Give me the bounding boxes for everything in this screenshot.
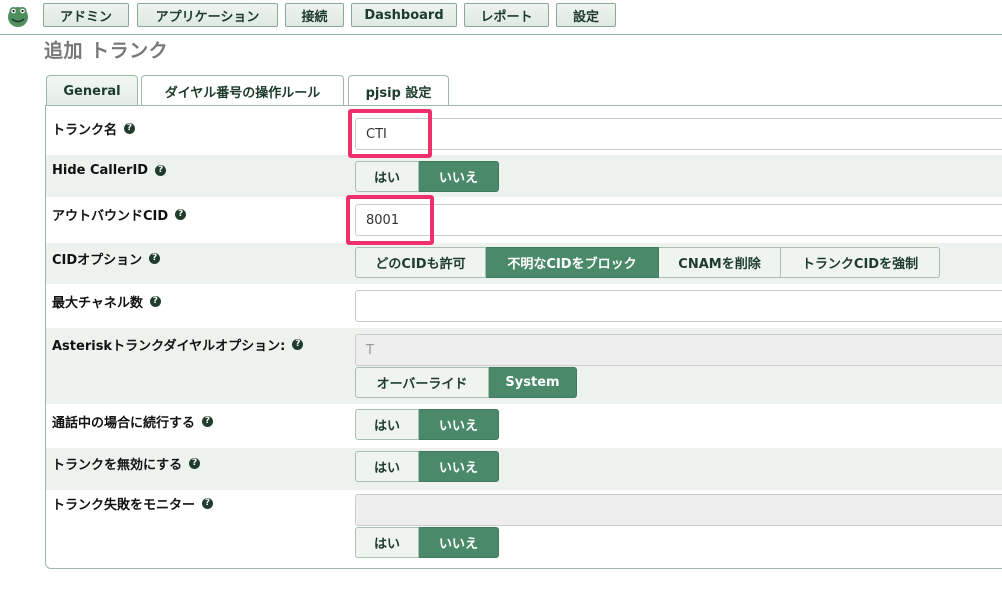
hide-callerid-label-text: Hide CallerID (52, 163, 149, 178)
outbound-cid-input[interactable]: 8001 (355, 204, 1002, 236)
dial-options-override-button[interactable]: オーバーライド (355, 367, 489, 398)
tab-general[interactable]: General (46, 75, 138, 106)
hide-callerid-yes-button[interactable]: はい (355, 161, 419, 192)
help-icon[interactable]: ? (155, 165, 167, 176)
cid-allow-any-button[interactable]: どのCIDも許可 (355, 247, 486, 278)
help-icon[interactable]: ? (149, 253, 161, 264)
help-icon[interactable]: ? (175, 209, 187, 220)
disable-trunk-toggle: はい いいえ (355, 451, 499, 482)
cid-block-unknown-button[interactable]: 不明なCIDをブロック (486, 247, 659, 278)
row-hide-callerid: Hide CallerID ? (46, 155, 1002, 197)
help-icon[interactable]: ? (202, 498, 214, 509)
tab-dial-rules[interactable]: ダイヤル番号の操作ルール (141, 75, 344, 106)
dial-options-system-button[interactable]: System (489, 367, 577, 398)
disable-trunk-label-text: トランクを無効にする (52, 458, 183, 473)
asterisk-dial-options-label: Asteriskトランクダイヤルオプション: ? (52, 335, 304, 354)
continue-if-busy-label-text: 通話中の場合に続行する (52, 416, 196, 431)
disable-trunk-yes-button[interactable]: はい (355, 451, 419, 482)
nav-admin[interactable]: アドミン (43, 3, 129, 27)
help-icon[interactable]: ? (149, 296, 161, 307)
monitor-trunk-failures-toggle: はい いいえ (355, 527, 499, 558)
cid-remove-cnam-button[interactable]: CNAMを削除 (659, 247, 781, 278)
tab-pjsip-settings[interactable]: pjsip 設定 (348, 75, 449, 106)
max-channels-label-text: 最大チャネル数 (52, 296, 143, 311)
hide-callerid-label: Hide CallerID ? (52, 163, 167, 178)
continue-if-busy-no-button[interactable]: いいえ (419, 409, 499, 440)
outbound-cid-label-text: アウトバウンドCID (52, 209, 169, 224)
hide-callerid-no-button[interactable]: いいえ (419, 161, 499, 192)
trunk-name-label-text: トランク名 (52, 123, 118, 138)
continue-if-busy-toggle: はい いいえ (355, 409, 499, 440)
max-channels-label: 最大チャネル数 ? (52, 292, 161, 311)
help-icon[interactable]: ? (124, 123, 136, 134)
page-title: 追加 トランク (44, 40, 169, 62)
nav-connectivity[interactable]: 接続 (285, 3, 344, 27)
frog-logo-icon[interactable] (6, 4, 30, 28)
cid-force-trunk-button[interactable]: トランクCIDを強制 (781, 247, 940, 278)
help-icon[interactable]: ? (292, 339, 304, 350)
nav-reports[interactable]: レポート (464, 3, 549, 27)
asterisk-dial-options-input[interactable]: T (355, 334, 1002, 366)
monitor-failures-no-button[interactable]: いいえ (419, 527, 499, 558)
row-disable-trunk: トランクを無効にする ? (46, 448, 1002, 490)
asterisk-dial-options-label-text: Asteriskトランクダイヤルオプション: (52, 339, 286, 354)
trunk-name-input[interactable]: CTI (355, 118, 1002, 150)
max-channels-input[interactable] (355, 290, 1002, 322)
monitor-trunk-failures-input[interactable] (355, 494, 1002, 526)
top-nav-bar: アドミン アプリケーション 接続 Dashboard レポート 設定 (0, 0, 1002, 35)
trunk-name-label: トランク名 ? (52, 119, 136, 138)
cid-options-label: CIDオプション ? (52, 249, 161, 268)
help-icon[interactable]: ? (189, 458, 201, 469)
continue-if-busy-yes-button[interactable]: はい (355, 409, 419, 440)
highlight-outbound-cid (346, 195, 434, 245)
nav-dashboard[interactable]: Dashboard (351, 3, 457, 27)
asterisk-dial-options-group: オーバーライド System (355, 367, 577, 398)
highlight-trunk-name (348, 109, 432, 158)
hide-callerid-toggle: はい いいえ (355, 161, 499, 192)
monitor-failures-yes-button[interactable]: はい (355, 527, 419, 558)
nav-applications[interactable]: アプリケーション (137, 3, 278, 27)
monitor-trunk-failures-label: トランク失敗をモニター ? (52, 494, 214, 513)
cid-options-group: どのCIDも許可 不明なCIDをブロック CNAMを削除 トランクCIDを強制 (355, 247, 940, 278)
row-continue-if-busy: 通話中の場合に続行する ? (46, 405, 1002, 447)
help-icon[interactable]: ? (202, 416, 214, 427)
outbound-cid-label: アウトバウンドCID ? (52, 205, 187, 224)
nav-settings[interactable]: 設定 (556, 3, 616, 27)
cid-options-label-text: CIDオプション (52, 253, 143, 268)
continue-if-busy-label: 通話中の場合に続行する ? (52, 412, 214, 431)
monitor-trunk-failures-label-text: トランク失敗をモニター (52, 498, 196, 513)
disable-trunk-no-button[interactable]: いいえ (419, 451, 499, 482)
disable-trunk-label: トランクを無効にする ? (52, 454, 201, 473)
